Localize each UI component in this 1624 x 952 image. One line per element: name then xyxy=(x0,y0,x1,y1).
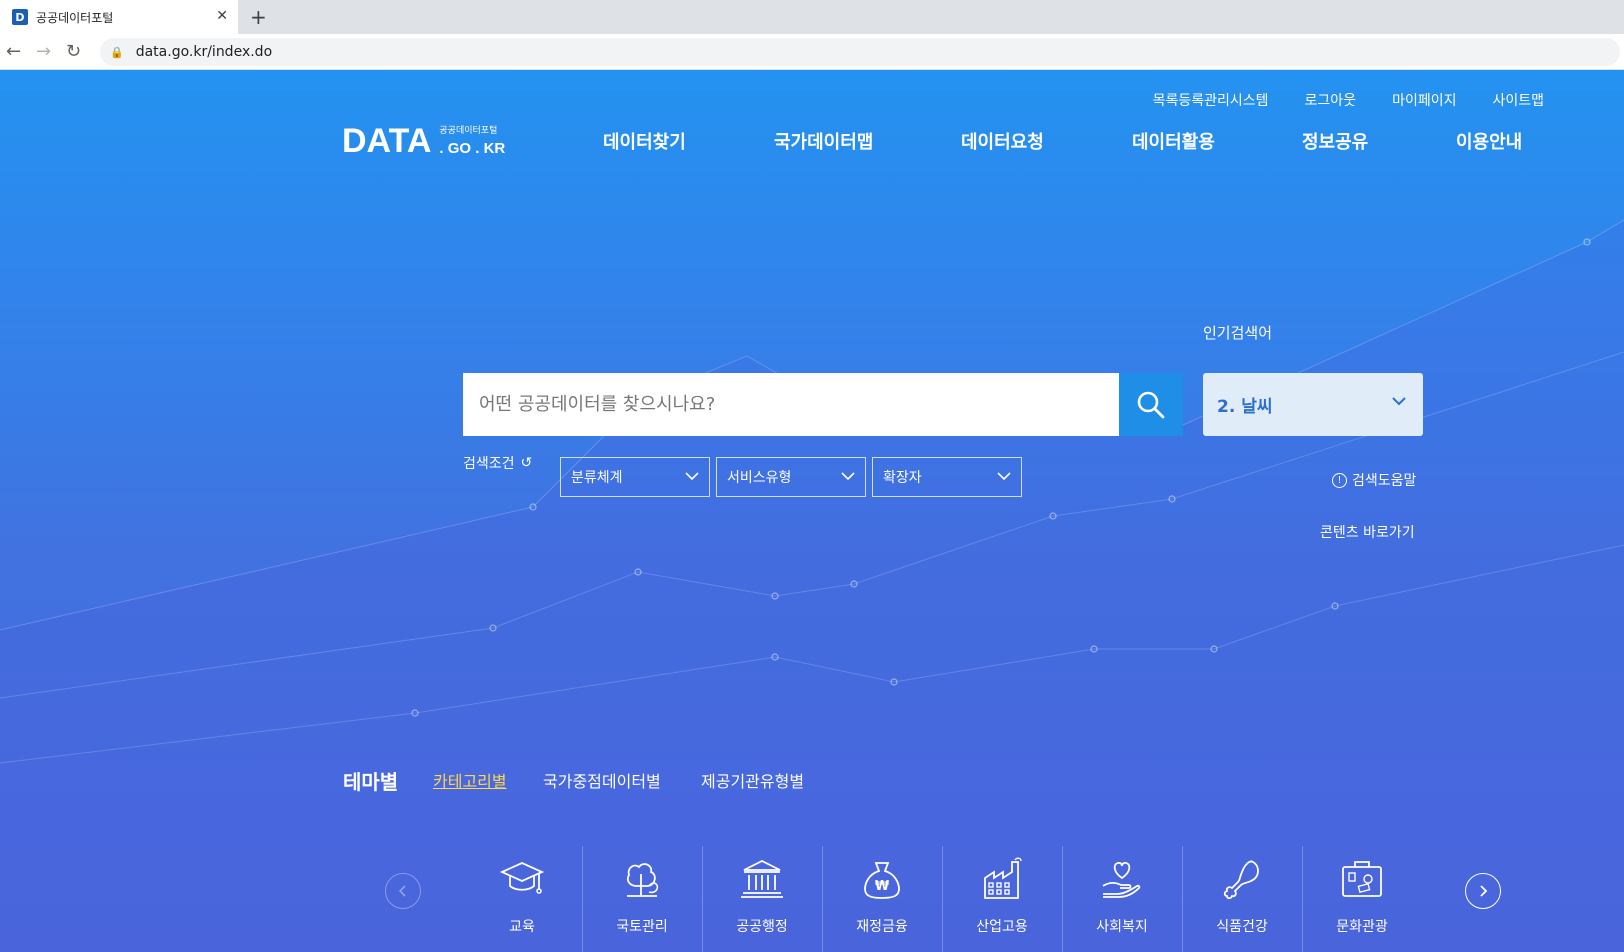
popular-label: 인기검색어 xyxy=(1203,324,1273,342)
carousel-next-button[interactable] xyxy=(1465,873,1501,909)
link-sitemap[interactable]: 사이트맵 xyxy=(1492,90,1544,110)
nav-data-use[interactable]: 데이터활용 xyxy=(1132,128,1215,154)
suitcase-icon xyxy=(1342,861,1382,897)
graduation-cap-icon xyxy=(499,862,545,894)
chevron-down-icon xyxy=(685,472,699,481)
money-bag-icon: ₩ xyxy=(864,862,900,899)
search-icon xyxy=(1137,391,1165,418)
category-label: 사회복지 xyxy=(1096,919,1148,935)
search-button[interactable] xyxy=(1119,373,1183,436)
select-extension[interactable]: 확장자 xyxy=(872,457,1022,497)
category-label: 재정금융 xyxy=(856,919,908,935)
lock-icon: 🔒 xyxy=(110,45,124,59)
tree-icon xyxy=(626,863,659,897)
category-industry-employment[interactable]: 산업고용 xyxy=(942,846,1062,952)
conditions-text: 검색조건 xyxy=(463,456,515,472)
url-text: data.go.kr/index.do xyxy=(135,44,273,60)
category-food-health[interactable]: 식품건강 xyxy=(1182,846,1302,952)
link-catalog-system[interactable]: 목록등록관리시스템 xyxy=(1153,90,1269,110)
browser-toolbar: ← → ↻ 🔒 data.go.kr/index.do xyxy=(0,34,1624,70)
nav-guide[interactable]: 이용안내 xyxy=(1456,128,1522,154)
back-icon[interactable]: ← xyxy=(6,41,21,62)
chevron-left-icon xyxy=(398,885,406,897)
chevron-down-icon xyxy=(841,472,855,481)
hero-section: 목록등록관리시스템 로그아웃 마이페이지 사이트맵 DATA 공공데이터포털 .… xyxy=(0,70,1624,952)
category-culture-tourism[interactable]: 문화관광 xyxy=(1302,846,1422,952)
category-social-welfare[interactable]: 사회복지 xyxy=(1062,846,1182,952)
nav-find-data[interactable]: 데이터찾기 xyxy=(603,128,686,154)
nav-data-request[interactable]: 데이터요청 xyxy=(961,128,1044,154)
select-label: 분류체계 xyxy=(571,470,623,486)
search-help-link[interactable]: ! 검색도움말 xyxy=(1332,470,1416,490)
tab-close-icon[interactable]: ✕ xyxy=(216,8,228,24)
tab-title: 공공데이터포털 xyxy=(36,10,114,25)
reset-icon[interactable]: ↺ xyxy=(521,455,533,471)
search-help-text: 검색도움말 xyxy=(1352,473,1417,489)
link-logout[interactable]: 로그아웃 xyxy=(1305,90,1357,110)
category-land-management[interactable]: 국토관리 xyxy=(582,846,702,952)
select-label: 서비스유형 xyxy=(727,470,792,486)
category-finance[interactable]: ₩ 재정금융 xyxy=(822,846,942,952)
select-label: 확장자 xyxy=(883,470,922,486)
category-education[interactable]: 교육 xyxy=(462,846,582,952)
tab-national-key-data[interactable]: 국가중점데이터별 xyxy=(543,768,661,792)
government-building-icon xyxy=(741,859,783,898)
theme-heading: 테마별 xyxy=(343,770,399,794)
search-box xyxy=(463,373,1183,436)
new-tab-icon[interactable]: + xyxy=(250,5,267,29)
forward-icon[interactable]: → xyxy=(36,41,51,62)
select-classification[interactable]: 분류체계 xyxy=(560,457,710,497)
category-public-admin[interactable]: 공공행정 xyxy=(702,846,822,952)
nav-national-data-map[interactable]: 국가데이터맵 xyxy=(774,128,873,154)
site-favicon: D xyxy=(12,9,28,25)
nav-info-share[interactable]: 정보공유 xyxy=(1302,128,1368,154)
category-label: 국토관리 xyxy=(616,919,668,935)
popular-keyword-dropdown[interactable]: 2. 날씨 xyxy=(1203,373,1423,436)
chicken-leg-icon xyxy=(1223,860,1259,900)
category-label: 공공행정 xyxy=(736,919,788,935)
search-input[interactable] xyxy=(463,373,1119,436)
popular-current: 2. 날씨 xyxy=(1217,397,1273,417)
svg-text:₩: ₩ xyxy=(875,879,890,894)
link-mypage[interactable]: 마이페이지 xyxy=(1392,90,1456,110)
category-label: 식품건강 xyxy=(1216,919,1268,935)
category-label: 산업고용 xyxy=(976,919,1028,935)
browser-tabbar: D 공공데이터포털 ✕ + xyxy=(0,0,1624,34)
carousel-prev-button[interactable] xyxy=(385,873,421,909)
content-shortcut-link[interactable]: 콘텐츠 바로가기 xyxy=(1320,522,1415,542)
tab-category[interactable]: 카테고리별 xyxy=(433,768,507,792)
browser-tab[interactable]: D 공공데이터포털 ✕ xyxy=(0,0,238,34)
chevron-down-icon xyxy=(1392,397,1406,406)
search-conditions-label: 검색조건 ↺ xyxy=(463,453,532,473)
heart-hand-icon xyxy=(1102,861,1141,898)
category-label: 교육 xyxy=(509,919,535,935)
reload-icon[interactable]: ↻ xyxy=(66,41,81,62)
category-carousel: 교육 국토관리 공공행정 ₩ 재정금융 산업고용 사회복지 식품건강 문화관광 xyxy=(0,846,1624,952)
address-bar[interactable]: 🔒 data.go.kr/index.do xyxy=(100,38,1620,66)
chevron-down-icon xyxy=(997,472,1011,481)
main-nav: 데이터찾기 국가데이터맵 데이터요청 데이터활용 정보공유 이용안내 xyxy=(0,128,1624,158)
category-label: 문화관광 xyxy=(1336,919,1388,935)
factory-icon xyxy=(984,857,1022,899)
tab-provider-type[interactable]: 제공기관유형별 xyxy=(701,768,804,792)
utility-nav: 목록등록관리시스템 로그아웃 마이페이지 사이트맵 xyxy=(1153,90,1544,110)
background-chart-lines xyxy=(0,219,1624,952)
select-service-type[interactable]: 서비스유형 xyxy=(716,457,866,497)
info-icon: ! xyxy=(1332,472,1347,488)
chevron-right-icon xyxy=(1480,885,1488,897)
